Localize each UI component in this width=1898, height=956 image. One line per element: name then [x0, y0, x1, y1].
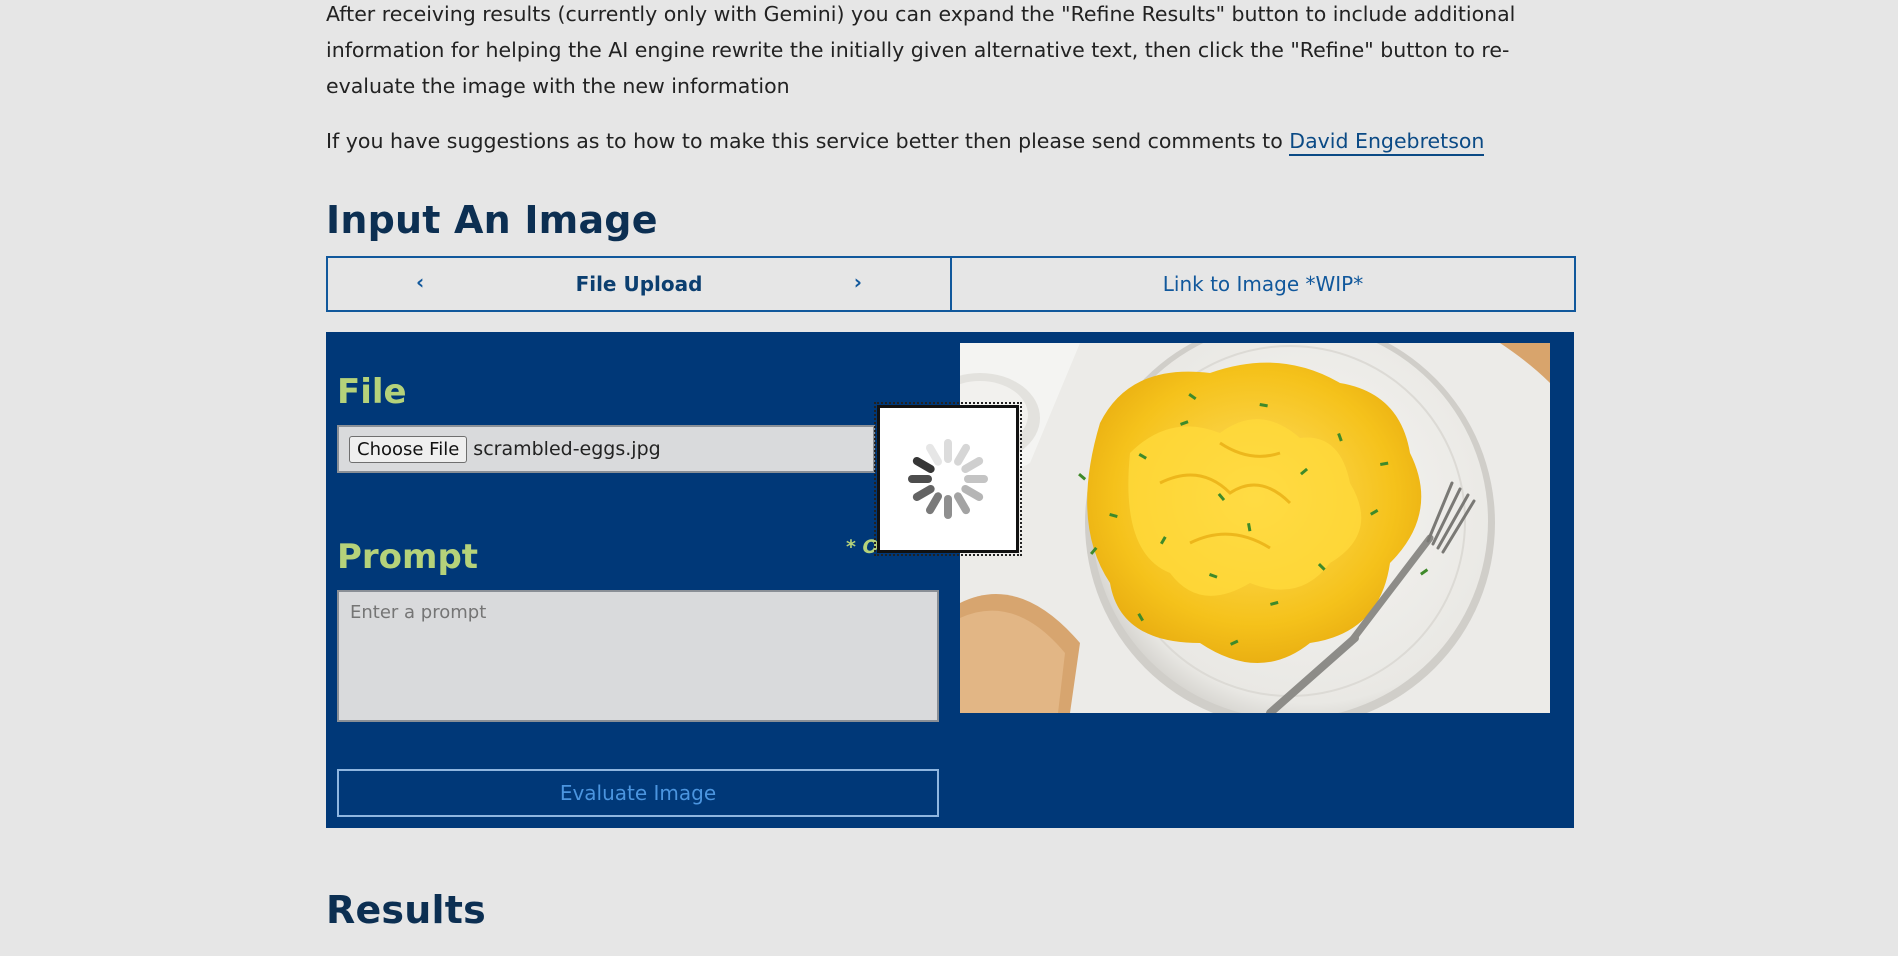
- file-input[interactable]: Choose File scrambled-eggs.jpg: [337, 425, 875, 473]
- prompt-textarea[interactable]: [337, 590, 939, 722]
- chevron-right-icon[interactable]: ›: [854, 270, 862, 294]
- input-image-heading: Input An Image: [326, 198, 658, 242]
- tab-file-upload-label: File Upload: [575, 272, 703, 296]
- tab-file-upload[interactable]: ‹ File Upload ›: [328, 258, 950, 310]
- image-preview: [960, 343, 1550, 713]
- tab-link-to-image[interactable]: Link to Image *WIP*: [950, 258, 1574, 310]
- loading-spinner: [874, 402, 1022, 556]
- suggestions-text: If you have suggestions as to how to mak…: [326, 129, 1290, 153]
- intro-paragraph: After receiving results (currently only …: [326, 2, 1516, 98]
- upload-panel: File Choose File scrambled-eggs.jpg Prom…: [326, 332, 1574, 828]
- results-heading: Results: [326, 888, 486, 932]
- choose-file-button[interactable]: Choose File: [349, 435, 468, 463]
- evaluate-image-button[interactable]: Evaluate Image: [337, 769, 939, 817]
- chevron-left-icon[interactable]: ‹: [416, 270, 424, 294]
- file-label: File: [337, 372, 407, 412]
- scrambled-eggs-image: [960, 343, 1550, 713]
- optional-tag: * O: [846, 536, 879, 558]
- prompt-label: Prompt: [337, 537, 479, 577]
- tab-link-to-image-label: Link to Image *WIP*: [1162, 272, 1364, 296]
- contact-link[interactable]: David Engebretson: [1289, 129, 1485, 156]
- selected-file-name: scrambled-eggs.jpg: [473, 438, 661, 460]
- spinner-icon: [908, 439, 988, 519]
- input-tabs: ‹ File Upload › Link to Image *WIP*: [326, 256, 1576, 312]
- suggestions-paragraph: If you have suggestions as to how to mak…: [326, 123, 1574, 159]
